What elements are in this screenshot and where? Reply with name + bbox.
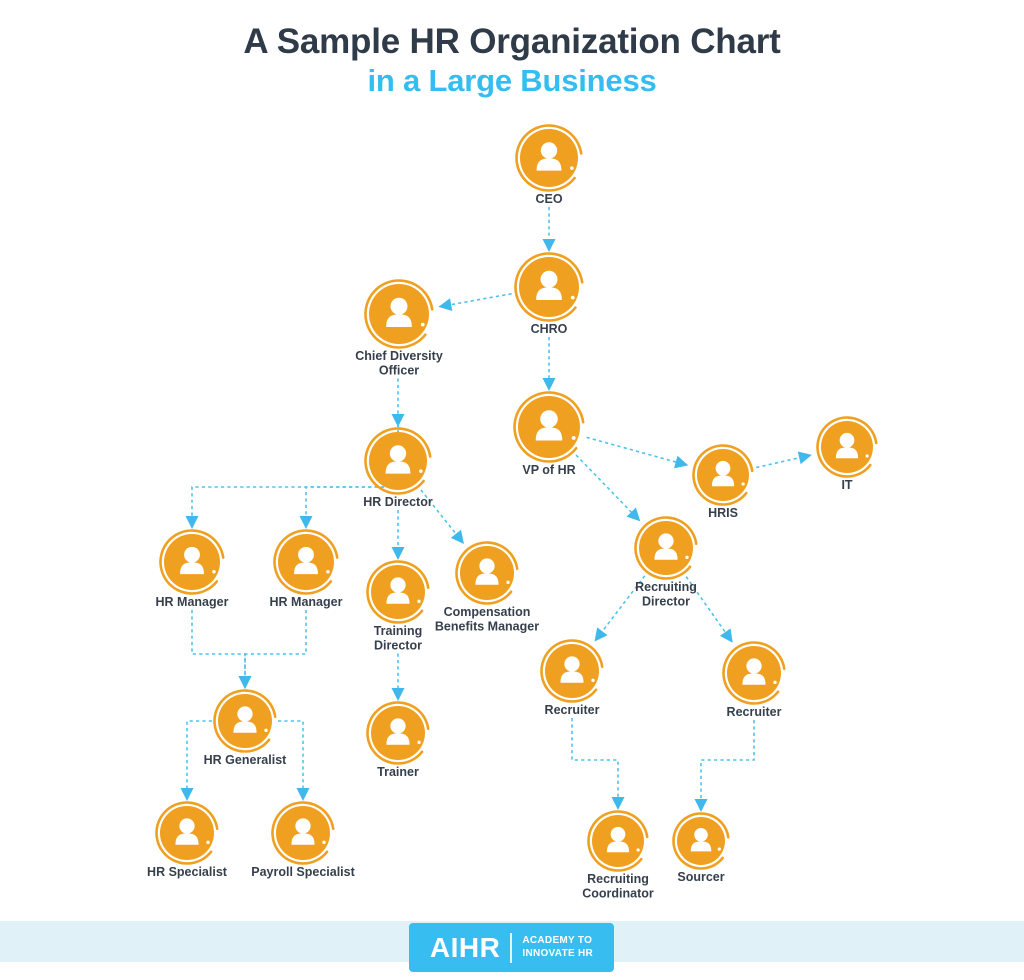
node-status-dot-hrgen [264, 728, 268, 733]
org-chart-canvas: CEO CHRO Chief Diversity Officer VP of HR HRI… [147, 124, 878, 901]
arrow-head-hrgen-to-hrspec [180, 788, 194, 801]
node-status-dot-payspec [322, 840, 326, 845]
arrow-head-recruiter1-to-reccoord [611, 797, 625, 810]
org-node-hrdir[interactable]: HR Director [363, 427, 433, 509]
node-label-reccoord: Recruiting Coordinator [582, 872, 654, 901]
aihr-logo[interactable]: AIHR ACADEMY TO INNOVATE HR [409, 923, 614, 972]
node-status-dot-hrspec [206, 840, 210, 845]
node-label-payspec: Payroll Specialist [251, 865, 355, 879]
node-status-dot-hris [741, 482, 745, 486]
node-status-dot-hrmgr1 [212, 570, 216, 574]
node-label-vphr: VP of HR [522, 463, 575, 477]
arrow-head-hrgen-to-payspec [296, 788, 310, 801]
node-label-traindir: Training Director [374, 624, 423, 653]
org-node-hris[interactable]: HRIS [692, 444, 754, 520]
connector-vphr-to-recdir [575, 454, 634, 515]
node-status-dot-cdo [420, 322, 425, 327]
org-node-payspec[interactable]: Payroll Specialist [251, 801, 356, 879]
node-status-dot-hrmgr2 [326, 570, 330, 574]
node-label-sourcer: Sourcer [677, 870, 724, 884]
connector-recruiter2-to-sourcer [700, 720, 755, 803]
connector-recruiter1-to-reccoord [571, 718, 619, 801]
arrow-head-hrmgr2-to-hrgen [238, 676, 252, 689]
node-label-recdir: Recruiting Director [635, 580, 697, 609]
org-node-ceo[interactable]: CEO [515, 124, 583, 206]
arrow-head-hris-to-it [797, 451, 812, 465]
arrow-head-hrdir-to-traindir [391, 547, 405, 560]
logo-wordmark: AIHR [429, 931, 501, 963]
node-label-hrdir: HR Director [363, 495, 433, 509]
org-node-recruiter1[interactable]: Recruiter [540, 639, 604, 717]
arrow-head-hrdir-to-hrmgr2 [299, 516, 313, 529]
arrow-head-recruiter2-to-sourcer [694, 799, 708, 812]
logo-tagline-line2: INNOVATE HR [522, 947, 594, 959]
node-label-hris: HRIS [708, 506, 738, 520]
node-status-dot-sourcer [717, 847, 721, 851]
org-node-it[interactable]: IT [816, 416, 878, 493]
node-label-hrmgr2: HR Manager [270, 595, 343, 609]
org-node-traindir[interactable]: Training Director [366, 560, 430, 653]
logo-divider [510, 932, 513, 963]
arrow-head-chro-to-cdo [438, 298, 453, 312]
arrow-head-recdir-to-recruiter1 [594, 627, 608, 642]
node-status-dot-it [865, 454, 869, 458]
node-status-dot-compben [506, 580, 510, 585]
arrow-head-traindir-to-trainer [391, 688, 405, 701]
arrow-head-hrdir-to-hrmgr1 [185, 516, 199, 529]
org-node-sourcer[interactable]: Sourcer [672, 812, 730, 884]
node-label-chro: CHRO [531, 322, 568, 336]
connector-hrmgr2-to-hrgen [244, 610, 307, 680]
org-node-recdir[interactable]: Recruiting Director [634, 516, 698, 609]
node-label-it: IT [841, 478, 852, 492]
arrow-head-ceo-to-chro [542, 239, 556, 252]
node-status-dot-vphr [571, 436, 576, 440]
arrow-head-chro-to-vphr [542, 378, 556, 391]
node-status-dot-ceo [570, 166, 574, 170]
node-label-hrspec: HR Specialist [147, 865, 228, 879]
org-node-vphr[interactable]: VP of HR [513, 391, 585, 478]
node-status-dot-traindir [417, 599, 421, 604]
arrow-head-hrdir-to-compben [450, 529, 464, 545]
arrow-head-vphr-to-recdir [626, 507, 641, 522]
node-status-dot-recruiter2 [773, 680, 777, 685]
node-label-compben: Compensation Benefits Manager [435, 605, 539, 634]
connector-hris-to-it [755, 456, 802, 469]
node-label-cdo: Chief Diversity Officer [355, 349, 443, 378]
org-node-trainer[interactable]: Trainer [366, 701, 430, 779]
node-label-recruiter2: Recruiter [727, 705, 782, 719]
org-node-hrmgr1[interactable]: HR Manager [156, 529, 229, 609]
arrow-head-vphr-to-hris [674, 455, 689, 469]
connector-chro-to-cdo [449, 292, 512, 306]
node-status-dot-recdir [685, 555, 689, 560]
org-node-hrgen[interactable]: HR Generalist [204, 689, 288, 767]
org-node-recruiter2[interactable]: Recruiter [722, 641, 786, 719]
node-status-dot-recruiter1 [591, 678, 595, 683]
node-label-ceo: CEO [535, 192, 562, 206]
node-label-trainer: Trainer [377, 765, 419, 779]
logo-tagline-line1: ACADEMY TO [522, 935, 593, 946]
org-node-cdo[interactable]: Chief Diversity Officer [355, 279, 443, 378]
org-node-chro[interactable]: CHRO [514, 252, 584, 336]
node-status-dot-reccoord [636, 848, 640, 852]
org-node-hrmgr2[interactable]: HR Manager [270, 529, 343, 609]
arrow-head-recdir-to-recruiter2 [719, 628, 733, 643]
node-status-dot-trainer [417, 740, 421, 745]
org-node-compben[interactable]: Compensation Benefits Manager [435, 541, 539, 634]
connector-vphr-to-hris [586, 436, 678, 464]
node-label-hrmgr1: HR Manager [156, 595, 229, 609]
logo-tagline: ACADEMY TO INNOVATE HR [522, 935, 593, 960]
node-label-recruiter1: Recruiter [545, 703, 600, 717]
connector-hrmgr1-to-hrgen [191, 610, 246, 680]
org-node-reccoord[interactable]: Recruiting Coordinator [582, 810, 654, 901]
org-node-hrspec[interactable]: HR Specialist [147, 801, 228, 879]
node-status-dot-hrdir [419, 469, 423, 473]
node-status-dot-chro [570, 295, 575, 300]
org-chart-page: A Sample HR Organization Chart in a Larg… [0, 0, 1024, 980]
node-label-hrgen: HR Generalist [204, 753, 288, 767]
node-layer: CEO CHRO Chief Diversity Officer VP of HR HRI… [147, 124, 878, 901]
